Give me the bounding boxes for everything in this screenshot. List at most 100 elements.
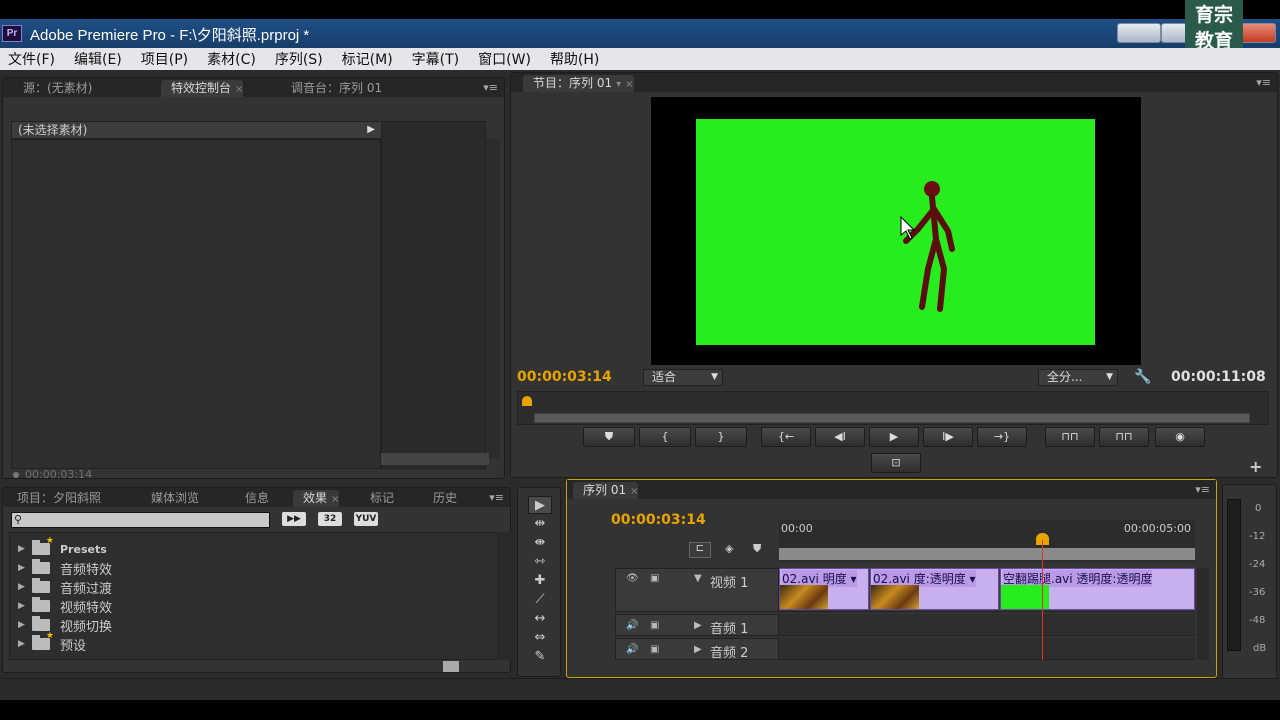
tree-item-audio-effects[interactable]: ▶ 音频特效 [18,559,112,578]
audio-1-lane[interactable] [779,614,1195,636]
tab-effects[interactable]: 效果 × [293,490,340,507]
expand-icon[interactable]: ▶ [694,644,702,655]
tab-info[interactable]: 信息 [235,490,269,507]
track-select-tool-icon[interactable]: ⇹ [528,515,552,533]
set-marker-button[interactable]: ⛊ [583,427,635,447]
selection-tool-icon[interactable]: ▶ [528,496,552,514]
safe-margins-button[interactable]: ⊡ [871,453,921,473]
play-arrow-icon[interactable]: ▶ [367,122,375,138]
collapse-icon[interactable]: ▼ [694,573,702,584]
new-bin-icon[interactable] [443,661,459,672]
lift-button[interactable]: ⊓⊓ [1045,427,1095,447]
tree-item-audio-transitions[interactable]: ▶ 音频过渡 [18,578,112,597]
yuv-effects-button[interactable]: YUV [354,512,378,526]
keyframe-icon[interactable]: ◈ [725,542,733,555]
32bit-effects-button[interactable]: 32 [318,512,342,526]
effects-search-input[interactable]: ⚲ [11,512,270,528]
eye-icon[interactable]: 👁 [626,573,639,584]
add-button-icon[interactable]: + [1249,457,1262,476]
vertical-scrollbar[interactable] [1197,568,1209,660]
work-area-bar[interactable] [779,548,1195,560]
panel-menu-icon[interactable]: ▾≡ [1195,483,1210,496]
speaker-icon[interactable]: 🔊 [626,644,638,655]
tab-sequence[interactable]: 序列 01 × [573,482,639,499]
panel-menu-icon[interactable]: ▾≡ [489,491,504,504]
track-header-video-1[interactable]: 👁 ▣ ▼ 视频 1 [615,568,779,612]
close-tab-icon[interactable]: × [625,79,633,90]
tree-item-video-transitions[interactable]: ▶ 视频切换 [18,616,112,635]
menu-file[interactable]: 文件(F) [8,49,55,69]
lock-icon[interactable]: ▣ [650,573,659,584]
program-time-ruler[interactable] [517,391,1269,425]
ripple-edit-tool-icon[interactable]: ⇼ [528,534,552,552]
panel-menu-icon[interactable]: ▾≡ [1256,76,1271,89]
go-to-out-button[interactable]: →} [977,427,1027,447]
tree-item-video-effects[interactable]: ▶ 视频特效 [18,597,112,616]
panel-menu-icon[interactable]: ▾≡ [483,81,498,94]
marker-icon[interactable]: ⛊ [753,542,761,556]
go-to-in-button[interactable]: {← [761,427,811,447]
close-tab-icon[interactable]: × [235,84,243,95]
timeline-clip[interactable]: 02.avi 明度 ▾ [779,568,869,610]
playhead-icon[interactable] [522,396,532,406]
timeline-clip[interactable]: 空翻踢腿.avi 透明度:透明度 [1000,568,1195,610]
dropdown-icon[interactable]: ▾ [616,79,621,90]
extract-button[interactable]: ⊓⊓ [1099,427,1149,447]
step-back-button[interactable]: ◀I [815,427,865,447]
close-tab-icon[interactable]: × [331,494,339,505]
mark-out-button[interactable]: } [695,427,747,447]
program-timecode[interactable]: 00:00:03:14 [517,369,612,385]
export-frame-button[interactable]: ◉ [1155,427,1205,447]
expand-icon[interactable]: ▶ [18,563,32,573]
expand-icon[interactable]: ▶ [694,620,702,631]
menu-edit[interactable]: 编辑(E) [74,49,122,69]
expand-icon[interactable]: ▶ [18,582,32,592]
slide-tool-icon[interactable]: ⇔ [528,629,552,647]
tab-source[interactable]: 源：(无素材) [13,80,92,97]
tab-media-browser[interactable]: 媒体浏览 [141,490,199,507]
rolling-edit-tool-icon[interactable]: ⇿ [528,553,552,571]
zoom-select[interactable]: 适合 ▼ [643,369,723,386]
pen-tool-icon[interactable]: ✎ [528,648,552,666]
step-forward-button[interactable]: I▶ [923,427,973,447]
mark-in-button[interactable]: { [639,427,691,447]
menu-project[interactable]: 项目(P) [141,49,188,69]
timeline-ruler[interactable]: 00:00 00:00:05:00 [779,520,1195,562]
minimize-button[interactable] [1117,23,1161,43]
tab-history[interactable]: 历史 [423,490,457,507]
expand-icon[interactable]: ▶ [18,639,32,649]
vertical-scrollbar[interactable] [486,139,500,459]
menu-window[interactable]: 窗口(W) [478,49,531,69]
expand-icon[interactable]: ▶ [18,620,32,630]
expand-icon[interactable]: ▶ [18,601,32,611]
speaker-icon[interactable]: 🔊 [626,620,638,631]
expand-icon[interactable]: ▶ [18,544,32,554]
tab-audio-mixer[interactable]: 调音台：序列 01 [281,80,382,97]
video-1-lane[interactable]: 02.avi 明度 ▾ 02.avi 度:透明度 ▾ 空翻踢腿.avi 透明度:… [779,568,1195,612]
play-button[interactable]: ▶ [869,427,919,447]
track-header-audio-1[interactable]: 🔊 ▣ ▶ 音频 1 [615,614,779,637]
lock-icon[interactable]: ▣ [650,644,659,655]
tree-item-presets[interactable]: ▶Presets [18,536,107,558]
menu-help[interactable]: 帮助(H) [550,49,599,69]
lock-icon[interactable]: ▣ [650,620,659,631]
menu-title[interactable]: 字幕(T) [412,49,459,69]
accelerated-effects-button[interactable]: ▶▶ [282,512,306,526]
close-tab-icon[interactable]: × [630,486,638,497]
zoom-scroll-bar[interactable] [534,413,1250,423]
tab-markers[interactable]: 标记 [360,490,394,507]
menu-marker[interactable]: 标记(M) [342,49,393,69]
vertical-scrollbar[interactable] [499,532,511,660]
slip-tool-icon[interactable]: ↔ [528,610,552,628]
track-header-audio-2[interactable]: 🔊 ▣ ▶ 音频 2 [615,638,779,661]
snap-button[interactable]: ⊏ [689,542,711,558]
horizontal-scrollbar[interactable] [381,453,489,465]
menu-sequence[interactable]: 序列(S) [275,49,323,69]
audio-2-lane[interactable] [779,638,1195,660]
tab-project[interactable]: 项目：夕阳斜照 [7,490,101,507]
tab-effect-controls[interactable]: 特效控制台 × [161,80,244,97]
menu-clip[interactable]: 素材(C) [207,49,256,69]
tree-item-presets-cn[interactable]: ▶预设 [18,631,86,654]
video-preview[interactable] [651,97,1141,365]
tab-program[interactable]: 节目：序列 01 ▾ × [523,75,634,92]
